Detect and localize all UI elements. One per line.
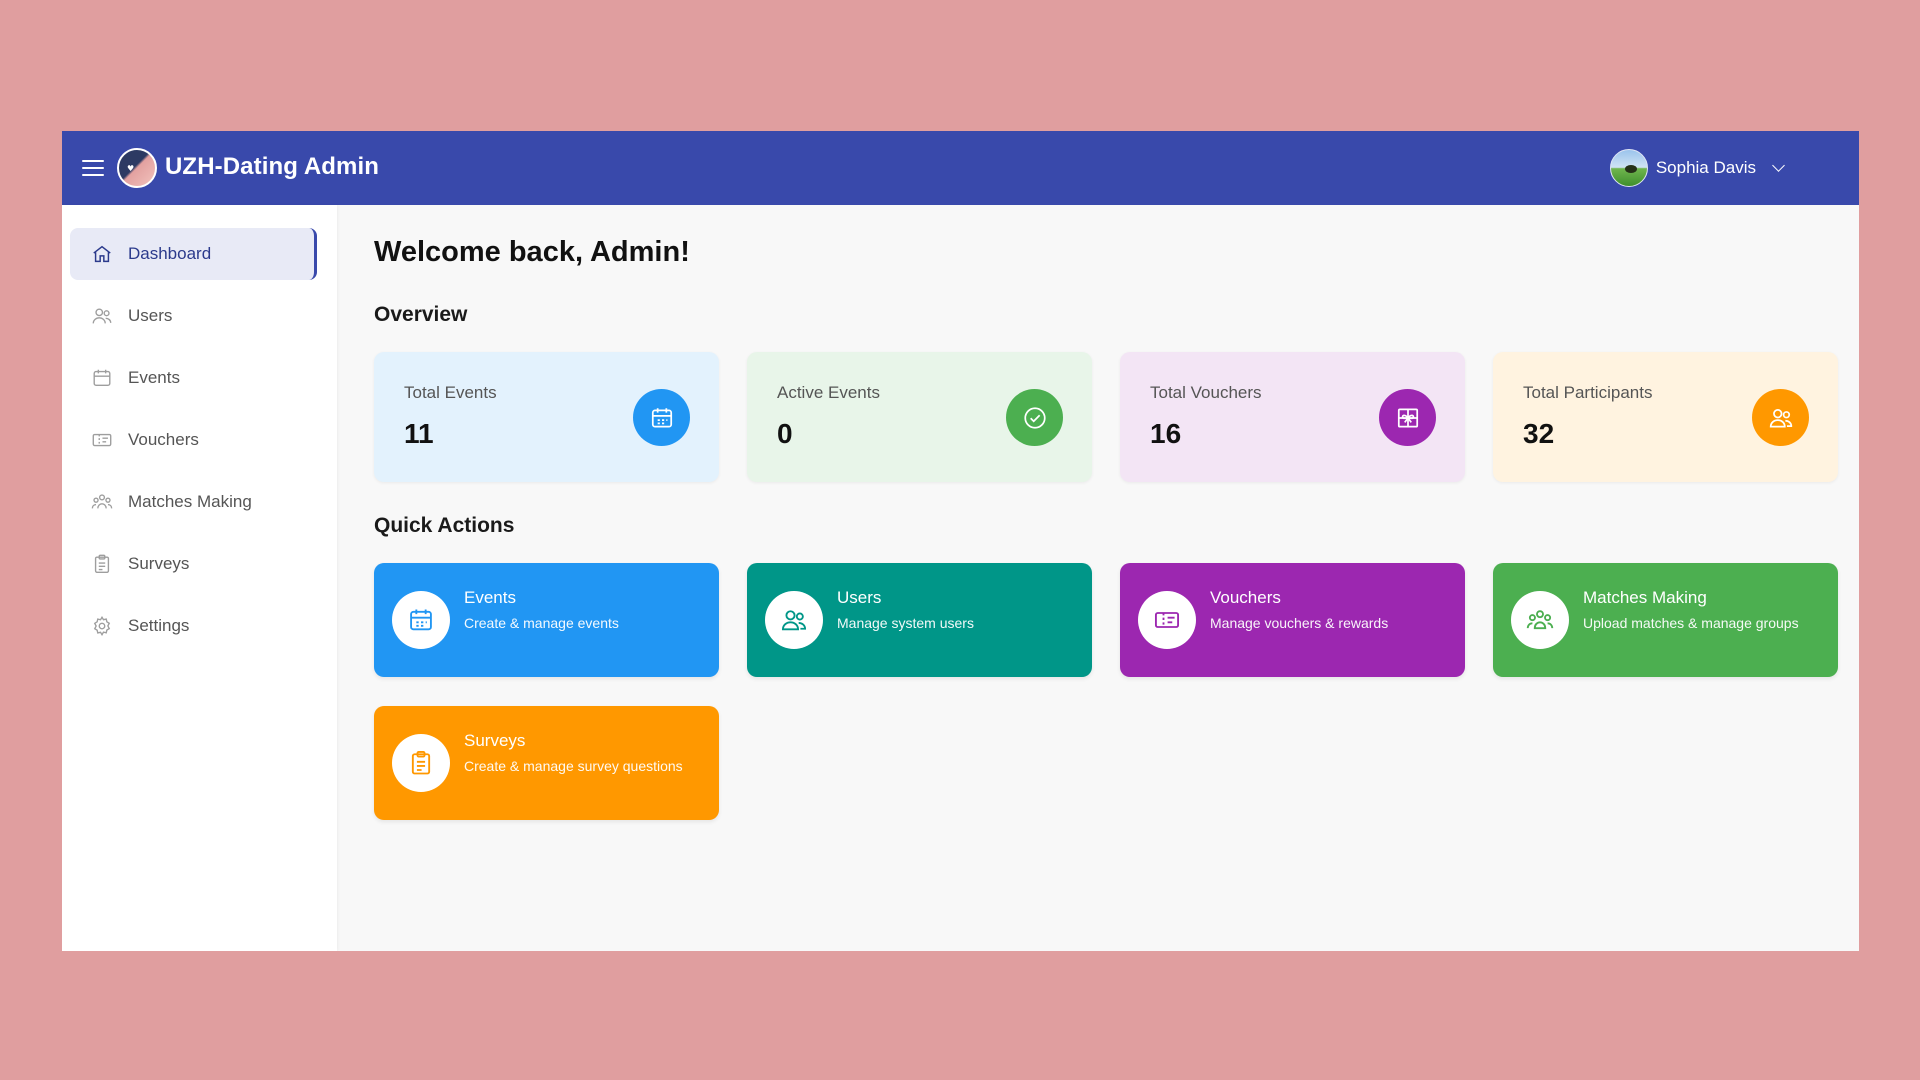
quick-action-title: Vouchers xyxy=(1210,588,1281,607)
clipboard-icon xyxy=(392,734,450,792)
sidebar-item-label: Events xyxy=(128,368,180,387)
quick-action-title: Surveys xyxy=(464,731,526,750)
sidebar-item-label: Vouchers xyxy=(128,430,199,449)
stat-card-active-events: Active Events 0 xyxy=(747,352,1092,482)
quick-action-subtitle: Create & manage events xyxy=(464,615,619,631)
quick-action-matches-making[interactable]: Matches Making Upload matches & manage g… xyxy=(1493,563,1838,677)
quick-action-subtitle: Upload matches & manage groups xyxy=(1583,615,1799,631)
sidebar-item-label: Dashboard xyxy=(128,244,212,263)
group-icon xyxy=(1511,591,1569,649)
stat-card-total-events: Total Events 11 xyxy=(374,352,719,482)
quick-action-events[interactable]: Events Create & manage events xyxy=(374,563,719,677)
users-icon xyxy=(1752,389,1809,446)
sidebar-item-vouchers[interactable]: Vouchers xyxy=(70,414,317,466)
quick-action-title: Matches Making xyxy=(1583,588,1707,607)
sidebar-item-label: Settings xyxy=(128,616,190,635)
ticket-icon xyxy=(1138,591,1196,649)
hamburger-menu-icon[interactable] xyxy=(82,155,106,179)
sidebar-item-events[interactable]: Events xyxy=(70,352,317,404)
clipboard-icon xyxy=(94,554,110,573)
stat-card-total-vouchers: Total Vouchers 16 xyxy=(1120,352,1465,482)
top-bar: ♥ UZH-Dating Admin Sophia Davis xyxy=(62,131,1859,205)
sidebar-item-label: Matches Making xyxy=(128,492,252,511)
stat-value: 32 xyxy=(1523,418,1555,449)
sidebar-item-surveys[interactable]: Surveys xyxy=(70,538,317,590)
quick-action-subtitle: Create & manage survey questions xyxy=(464,758,683,774)
overview-heading: Overview xyxy=(374,303,468,326)
quick-actions-heading: Quick Actions xyxy=(374,514,515,537)
sidebar-item-matches-making[interactable]: Matches Making xyxy=(70,476,317,528)
ticket-icon xyxy=(92,433,112,447)
users-icon xyxy=(92,308,112,324)
quick-action-title: Events xyxy=(464,588,516,607)
sidebar-item-label: Surveys xyxy=(128,554,190,573)
user-name: Sophia Davis xyxy=(1655,158,1756,177)
stat-card-total-participants: Total Participants 32 xyxy=(1493,352,1838,482)
stat-value: 0 xyxy=(777,418,793,449)
calendar-icon xyxy=(633,389,690,446)
sidebar: Dashboard Users Events Vouchers Matches … xyxy=(62,205,337,951)
avatar xyxy=(1609,149,1648,187)
users-icon xyxy=(765,591,823,649)
quick-action-users[interactable]: Users Manage system users xyxy=(747,563,1092,677)
stat-value: 16 xyxy=(1150,418,1182,449)
quick-action-subtitle: Manage system users xyxy=(837,615,974,631)
user-menu[interactable]: Sophia Davis xyxy=(1609,149,1785,187)
sidebar-item-dashboard[interactable]: Dashboard xyxy=(70,228,317,280)
page-title: Welcome back, Admin! xyxy=(374,236,690,268)
sidebar-item-settings[interactable]: Settings xyxy=(70,600,317,652)
calendar-icon xyxy=(392,591,450,649)
app-title: UZH-Dating Admin xyxy=(165,153,380,180)
quick-action-title: Users xyxy=(837,588,882,607)
quick-action-subtitle: Manage vouchers & rewards xyxy=(1210,615,1389,631)
stat-label: Total Participants xyxy=(1523,383,1653,402)
gear-icon xyxy=(93,615,111,637)
main-content: Welcome back, Admin! Overview Total Even… xyxy=(337,205,1859,951)
quick-action-vouchers[interactable]: Vouchers Manage vouchers & rewards xyxy=(1120,563,1465,677)
chevron-down-icon xyxy=(1772,158,1785,172)
calendar-icon xyxy=(93,369,111,387)
gift-icon xyxy=(1379,389,1436,446)
app-logo: ♥ xyxy=(117,148,157,188)
check-circle-icon xyxy=(1006,389,1063,446)
sidebar-item-label: Users xyxy=(128,306,173,325)
quick-action-surveys[interactable]: Surveys Create & manage survey questions xyxy=(374,706,719,820)
group-icon xyxy=(91,494,113,509)
stat-label: Active Events xyxy=(777,383,880,402)
stat-value: 11 xyxy=(404,418,434,449)
stat-label: Total Events xyxy=(404,383,497,402)
admin-app-window: ♥ UZH-Dating Admin Sophia Davis Dashboar… xyxy=(62,131,1859,951)
stat-label: Total Vouchers xyxy=(1150,383,1262,402)
home-icon xyxy=(93,245,111,263)
sidebar-item-users[interactable]: Users xyxy=(70,290,317,342)
